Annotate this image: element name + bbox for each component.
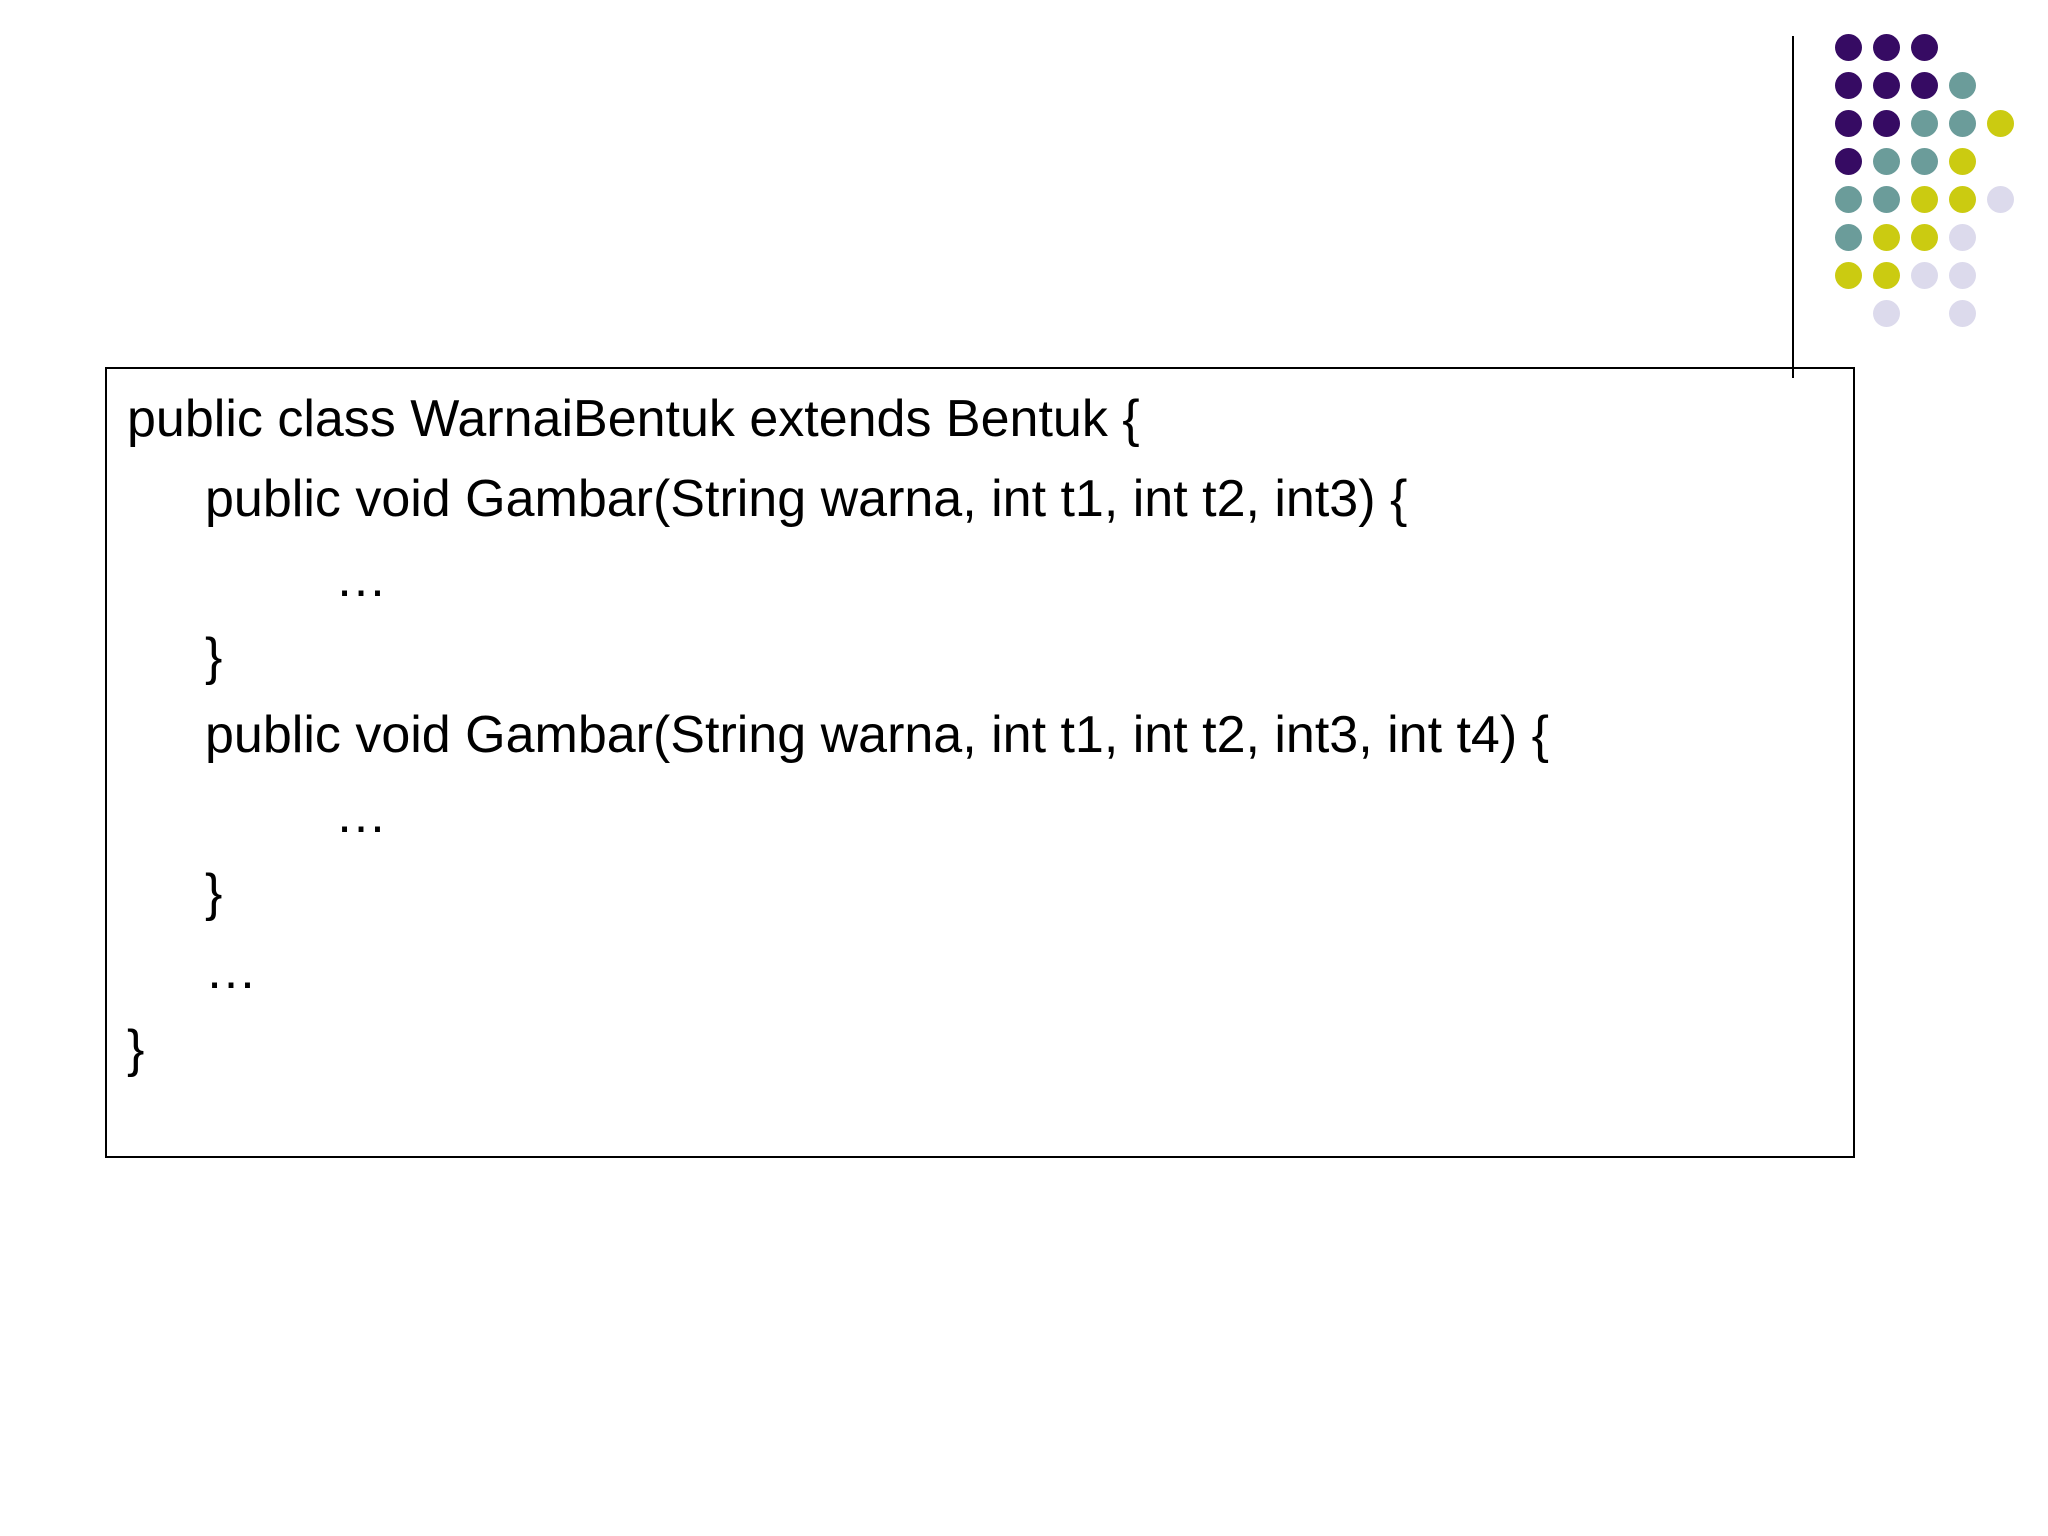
decorative-dot <box>1987 186 2014 213</box>
code-line-method-1-close: } <box>205 628 223 686</box>
decorative-dot <box>1911 186 1938 213</box>
code-line-method-2-signature: public void Gambar(String warna, int t1,… <box>205 706 1549 764</box>
decorative-dot <box>1911 148 1938 175</box>
decorative-dot <box>1949 300 1976 327</box>
code-line-method-2-ellipsis: … <box>335 786 387 844</box>
code-line-method-2-close: } <box>205 864 223 922</box>
decorative-dot <box>1873 110 1900 137</box>
decorative-dot <box>1873 148 1900 175</box>
code-line-method-1-signature: public void Gambar(String warna, int t1,… <box>205 470 1408 528</box>
code-line-class-close: } <box>127 1020 145 1078</box>
decorative-vertical-line <box>1792 36 1794 378</box>
decorative-dot <box>1949 72 1976 99</box>
decorative-dot <box>1873 224 1900 251</box>
code-line-class-ellipsis: … <box>205 942 257 1000</box>
decorative-dot <box>1911 262 1938 289</box>
code-line-class-declaration: public class WarnaiBentuk extends Bentuk… <box>127 390 1140 448</box>
decorative-dot <box>1835 186 1862 213</box>
decorative-dot <box>1835 262 1862 289</box>
decorative-dot-grid <box>1835 34 2025 334</box>
decorative-dot <box>1873 72 1900 99</box>
decorative-dot <box>1911 110 1938 137</box>
decorative-dot <box>1911 224 1938 251</box>
decorative-dot <box>1911 72 1938 99</box>
decorative-dot <box>1949 224 1976 251</box>
decorative-dot <box>1873 186 1900 213</box>
decorative-dot <box>1873 300 1900 327</box>
decorative-dot <box>1835 148 1862 175</box>
decorative-dot <box>1949 262 1976 289</box>
decorative-dot <box>1987 110 2014 137</box>
decorative-dot <box>1873 262 1900 289</box>
decorative-dot <box>1835 34 1862 61</box>
decorative-dot <box>1873 34 1900 61</box>
decorative-dot <box>1949 186 1976 213</box>
decorative-dot <box>1949 148 1976 175</box>
decorative-dot <box>1911 34 1938 61</box>
code-box: public class WarnaiBentuk extends Bentuk… <box>105 367 1855 1158</box>
code-line-method-1-ellipsis: … <box>335 550 387 608</box>
decorative-dot <box>1835 110 1862 137</box>
decorative-dot <box>1835 224 1862 251</box>
decorative-dot <box>1835 72 1862 99</box>
decorative-dot <box>1949 110 1976 137</box>
